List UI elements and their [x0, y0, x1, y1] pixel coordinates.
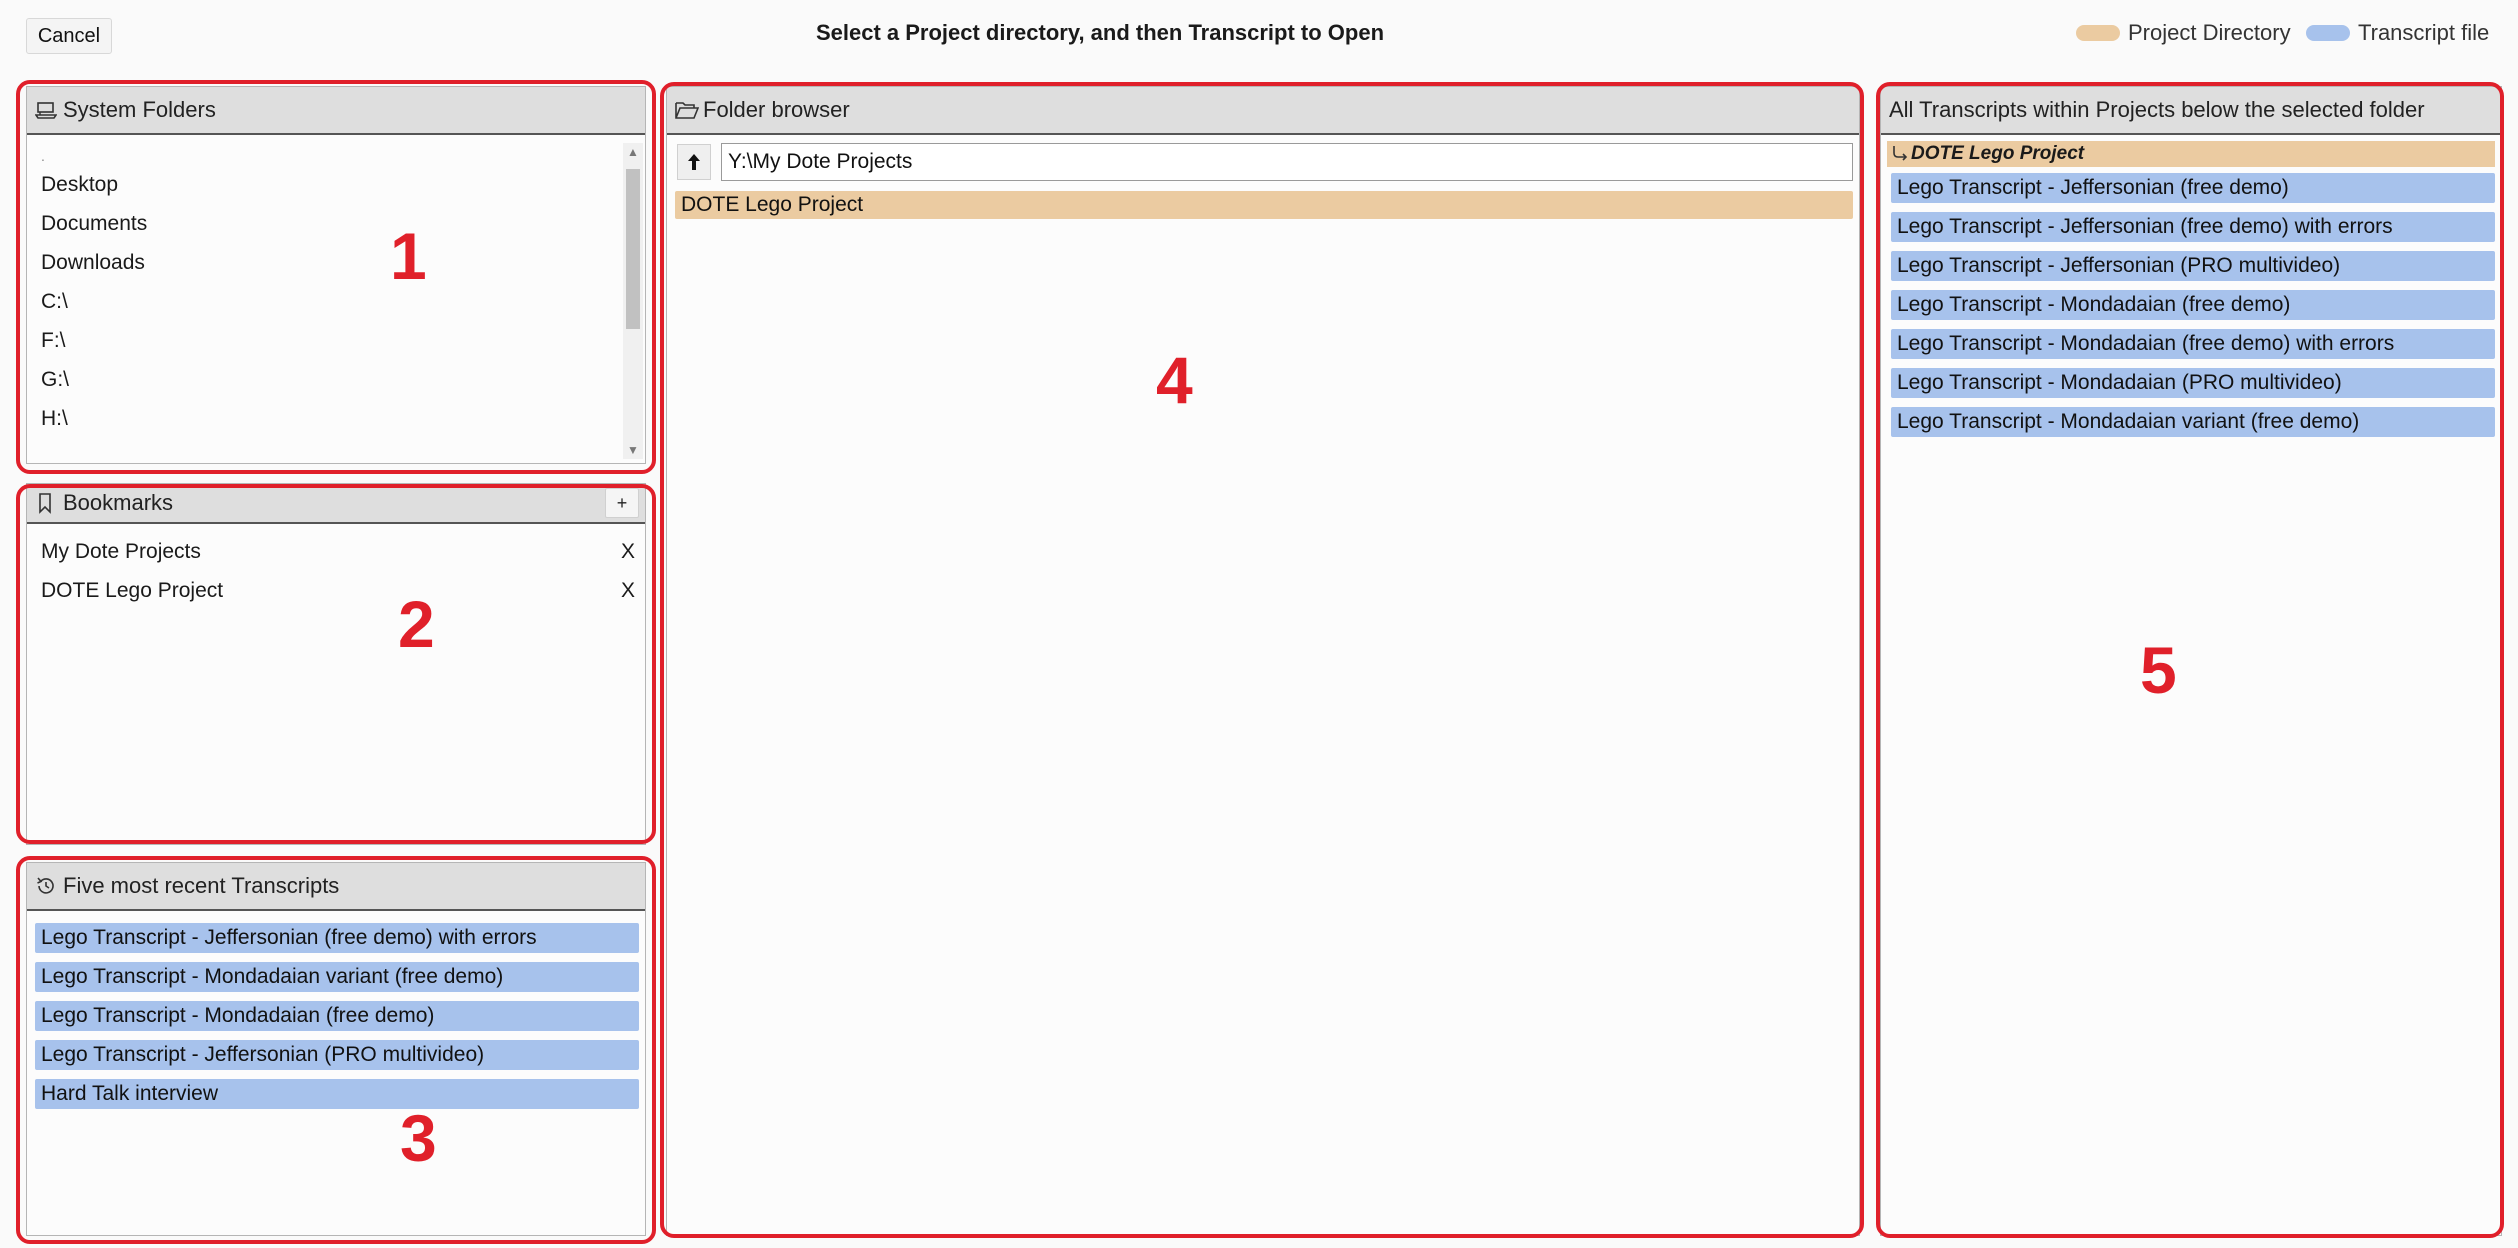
all-transcripts-title: All Transcripts within Projects below th… [1889, 97, 2425, 122]
remove-bookmark-button[interactable]: X [621, 579, 635, 603]
folder-browser-panel: Folder browser DOTE Lego Project [666, 86, 1860, 1236]
system-folders-header: System Folders [27, 87, 645, 135]
project-group-header[interactable]: DOTE Lego Project [1887, 141, 2495, 167]
scroll-up-arrow-icon[interactable]: ▲ [623, 143, 643, 161]
path-input[interactable] [721, 143, 1853, 181]
project-group-label: DOTE Lego Project [1911, 143, 2085, 164]
transcript-item[interactable]: Lego Transcript - Mondadaian (PRO multiv… [1891, 368, 2495, 398]
legend-transcript-file: Transcript file [2306, 20, 2489, 46]
bookmark-label: My Dote Projects [41, 539, 201, 563]
recent-transcripts-title: Five most recent Transcripts [63, 873, 340, 898]
folder-item[interactable]: Documents [27, 204, 619, 243]
bookmark-item[interactable]: My Dote Projects X [27, 532, 645, 571]
drive-icon [35, 98, 59, 122]
callout-number: 1 [390, 219, 427, 293]
parent-folder-button[interactable] [677, 144, 711, 180]
all-transcripts-panel: All Transcripts within Projects below th… [1880, 86, 2502, 1236]
transcript-item[interactable]: Lego Transcript - Jeffersonian (free dem… [1891, 173, 2495, 203]
path-bar [667, 135, 1859, 181]
folder-item[interactable]: Desktop [27, 165, 619, 204]
history-icon [35, 874, 59, 898]
callout-number: 5 [2140, 633, 2177, 707]
bookmarks-panel: Bookmarks + My Dote Projects X DOTE Lego… [26, 483, 646, 845]
project-folder-item[interactable]: DOTE Lego Project [675, 191, 1853, 219]
legend-label: Transcript file [2358, 20, 2490, 45]
folder-browser-title: Folder browser [703, 97, 850, 122]
folder-item[interactable]: Downloads [27, 243, 619, 282]
folder-item[interactable]: H:\ [27, 399, 619, 438]
recent-transcript-item[interactable]: Lego Transcript - Mondadaian variant (fr… [35, 962, 639, 992]
recent-transcript-item[interactable]: Lego Transcript - Jeffersonian (free dem… [35, 923, 639, 953]
recent-transcripts-panel: Five most recent Transcripts Lego Transc… [26, 862, 646, 1236]
recent-transcript-item[interactable]: Lego Transcript - Mondadaian (free demo) [35, 1001, 639, 1031]
page-title: Select a Project directory, and then Tra… [815, 20, 1385, 45]
folder-browser-list: DOTE Lego Project [667, 181, 1859, 219]
callout-number: 3 [400, 1101, 437, 1175]
hidden-folder-item[interactable]: . [27, 147, 619, 165]
project-directory-swatch [2076, 25, 2120, 41]
callout-number: 2 [398, 587, 435, 661]
folder-item[interactable]: F:\ [27, 321, 619, 360]
remove-bookmark-button[interactable]: X [621, 540, 635, 564]
bookmark-icon [35, 491, 59, 515]
system-folders-panel: System Folders . Desktop Documents Downl… [26, 86, 646, 464]
system-folders-scrollbar[interactable]: ▲ ▼ [623, 143, 643, 459]
transcript-item[interactable]: Lego Transcript - Mondadaian (free demo) [1891, 290, 2495, 320]
system-folders-title: System Folders [63, 97, 216, 122]
transcript-item[interactable]: Lego Transcript - Mondadaian variant (fr… [1891, 407, 2495, 437]
bookmarks-title: Bookmarks [63, 490, 174, 515]
recent-transcript-item[interactable]: Hard Talk interview [35, 1079, 639, 1109]
bookmarks-list: My Dote Projects X DOTE Lego Project X [27, 524, 645, 610]
add-bookmark-button[interactable]: + [605, 488, 639, 518]
folder-open-icon [675, 98, 699, 122]
bookmark-label: DOTE Lego Project [41, 578, 224, 602]
all-transcripts-list: DOTE Lego Project Lego Transcript - Jeff… [1881, 135, 2501, 437]
arrow-up-icon [688, 154, 700, 170]
all-transcripts-header: All Transcripts within Projects below th… [1881, 87, 2501, 135]
subdirectory-arrow-icon [1891, 145, 1909, 163]
bookmark-item[interactable]: DOTE Lego Project X [27, 571, 645, 610]
folder-item[interactable]: C:\ [27, 282, 619, 321]
bookmarks-header: Bookmarks + [27, 484, 645, 524]
scroll-down-arrow-icon[interactable]: ▼ [623, 441, 643, 459]
legend-project-directory: Project Directory [2076, 20, 2291, 46]
folder-browser-header: Folder browser [667, 87, 1859, 135]
recent-transcript-item[interactable]: Lego Transcript - Jeffersonian (PRO mult… [35, 1040, 639, 1070]
folder-item[interactable]: G:\ [27, 360, 619, 399]
cancel-button[interactable]: Cancel [26, 18, 112, 54]
system-folders-list: . Desktop Documents Downloads C:\ F:\ G:… [27, 147, 619, 438]
transcript-file-swatch [2306, 25, 2350, 41]
callout-number: 4 [1156, 343, 1193, 417]
scroll-thumb[interactable] [626, 169, 640, 329]
recent-transcripts-header: Five most recent Transcripts [27, 863, 645, 911]
recent-transcripts-list: Lego Transcript - Jeffersonian (free dem… [27, 911, 645, 1109]
legend-label: Project Directory [2128, 20, 2291, 45]
transcript-item[interactable]: Lego Transcript - Jeffersonian (free dem… [1891, 212, 2495, 242]
open-transcript-dialog: Cancel Select a Project directory, and t… [0, 0, 2518, 1248]
transcript-item[interactable]: Lego Transcript - Mondadaian (free demo)… [1891, 329, 2495, 359]
transcript-item[interactable]: Lego Transcript - Jeffersonian (PRO mult… [1891, 251, 2495, 281]
